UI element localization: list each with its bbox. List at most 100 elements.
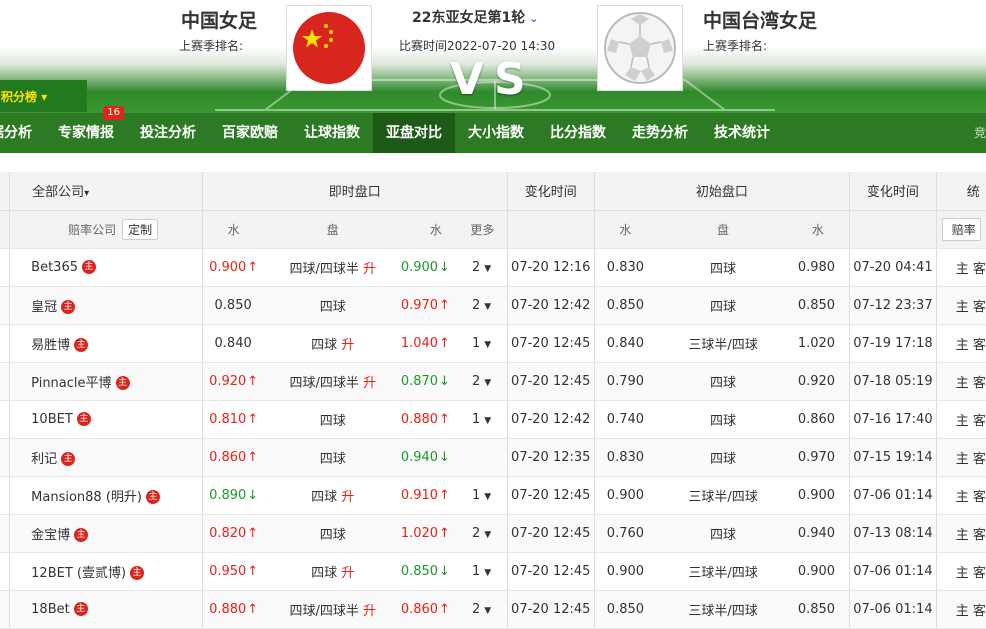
company-cell[interactable]: Bet365 主 [9,248,203,287]
company-cell[interactable]: 利记主 [9,438,203,477]
more-dropdown[interactable]: 1 ▼ [457,400,508,439]
live-handicap-line: 四球/四球半 升 [264,248,401,287]
live-away-water: 0.910↑ [400,476,458,515]
company-cell[interactable]: 12BET (壹贰博) 主 [9,552,203,591]
change-time: 07-20 12:16 [507,248,595,287]
company-name[interactable]: 金宝博 [31,528,70,543]
company-name[interactable]: 18Bet [31,602,70,617]
company-cell[interactable]: 金宝博主 [9,514,203,553]
master-badge-icon: 主 [130,566,145,580]
nav-item-score-index[interactable]: 比分指数 [537,113,619,153]
home-away-stats-link[interactable]: 主 客 [936,552,986,591]
more-dropdown[interactable]: 2 ▼ [457,590,508,629]
initial-away-water: 0.900 [789,476,851,515]
initial-home-water: 0.850 [594,590,657,629]
nav-item-euro-odds[interactable]: 百家欧赔 [209,113,291,153]
home-away-stats-link[interactable]: 主 客 [936,590,986,629]
more-dropdown[interactable]: 2 ▼ [457,514,508,553]
more-dropdown[interactable]: 2 ▼ [457,286,508,325]
table-row[interactable]: Bet365 主 0.900↑ 四球/四球半 升 0.900↓ 2 ▼ 07-20 12:16… [0,248,986,287]
company-name[interactable]: 12BET (壹贰博) [31,566,126,581]
more-dropdown[interactable]: 2 ▼ [457,362,508,401]
notification-badge: 16 [103,106,124,120]
company-name[interactable]: Bet365 [31,260,78,275]
more-subheader: 更多 [457,210,508,249]
table-row[interactable]: 易胜博主 0.840 四球 升 1.040↑ 1 ▼ 07-20 12:45 0.840 三球半… [0,324,986,363]
company-name[interactable]: 10BET [31,412,73,427]
change-time: 07-20 12:45 [507,514,595,553]
master-badge-icon: 主 [76,412,91,426]
league-round[interactable]: 22东亚女足第1轮 ⌄ [412,7,538,27]
live-home-water: 0.920↑ [202,362,265,401]
company-name[interactable]: Mansion88 (明升) [31,490,142,505]
table-row[interactable]: 12BET (壹贰博) 主 0.950↑ 四球 升 0.850↓ 1 ▼ 07-20 12:4… [0,552,986,591]
away-team-logo[interactable] [597,5,683,91]
table-row[interactable]: Mansion88 (明升) 主 0.890↓ 四球 升 0.910↑ 1 ▼ 07-20 1… [0,476,986,515]
table-row[interactable]: 18Bet 主 0.880↑ 四球/四球半 升 0.860↑ 2 ▼ 07-20 12:45 0… [0,590,986,629]
table-row[interactable]: 利记主 0.860↑ 四球 0.940↓ 07-20 12:35 0.830 四球 0.97… [0,438,986,477]
company-cell[interactable]: 18Bet 主 [9,590,203,629]
company-name[interactable]: 皇冠 [31,300,57,315]
company-filter[interactable]: 全部公司▾ [9,172,203,211]
standings-dropdown[interactable]: 积分榜 ▾ [0,80,87,112]
master-badge-icon: 主 [115,376,130,390]
nav-item-tech-stats[interactable]: 技术统计 [701,113,783,153]
company-cell[interactable]: Mansion88 (明升) 主 [9,476,203,515]
table-row[interactable]: Pinnacle平博主 0.920↑ 四球/四球半 升 0.870↓ 2 ▼ 07-20 1… [0,362,986,401]
company-cell[interactable]: 10BET 主 [9,400,203,439]
initial-home-water: 0.740 [594,400,657,439]
change-time: 07-20 12:45 [507,552,595,591]
live-away-water: 0.940↓ [400,438,458,477]
table-row[interactable]: 皇冠主 0.850 四球 0.970↑ 2 ▼ 07-20 12:42 0.850 四球 0.8… [0,286,986,325]
initial-away-water: 0.860 [789,400,851,439]
home-team-logo[interactable] [286,5,372,91]
nav-item-trend-analysis[interactable]: 走势分析 [619,113,701,153]
trend-arrow-icon: ↑ [247,449,259,465]
home-away-stats-link[interactable]: 主 客 [936,248,986,287]
home-away-stats-link[interactable]: 主 客 [936,400,986,439]
more-dropdown[interactable]: 1 ▼ [457,552,508,591]
home-away-stats-link[interactable]: 主 客 [936,438,986,477]
initial-change-time: 07-16 17:40 [849,400,937,439]
company-name[interactable]: 利记 [31,452,57,467]
away-team-name[interactable]: 中国台湾女足 [703,6,817,33]
home-team-name[interactable]: 中国女足 [181,6,257,33]
nav-right-link[interactable]: 竞 [974,113,986,153]
line-up-marker: 升 [362,261,376,277]
nav-item-bet-analysis[interactable]: 投注分析 [127,113,209,153]
company-cell[interactable]: Pinnacle平博主 [9,362,203,401]
table-row[interactable]: 金宝博主 0.820↑ 四球 1.020↑ 2 ▼ 07-20 12:45 0.760 四球 0… [0,514,986,553]
nav-item-data-analysis[interactable]: 据分析 [0,113,45,153]
more-dropdown[interactable]: 2 ▼ [457,248,508,287]
home-away-stats-link[interactable]: 主 客 [936,514,986,553]
trend-arrow-icon: ↓ [439,449,450,465]
trend-arrow-icon: ↑ [439,335,450,351]
custom-button[interactable]: 定制 [122,218,159,240]
initial-change-time: 07-06 01:14 [849,552,937,591]
home-away-stats-link[interactable]: 主 客 [936,362,986,401]
home-away-stats-link[interactable]: 主 客 [936,324,986,363]
nav-item-expert-intel[interactable]: 专家情报 16 [45,106,127,153]
home-away-stats-link[interactable]: 主 客 [936,286,986,325]
nav-item-asian-compare[interactable]: 亚盘对比 [373,113,455,153]
company-name[interactable]: Pinnacle平博 [31,376,111,391]
more-dropdown[interactable]: 1 ▼ [457,476,508,515]
initial-away-water: 0.970 [789,438,851,477]
initial-handicap-line: 三球半/四球 [656,590,790,629]
trend-arrow-icon: ↑ [247,525,259,541]
live-home-water: 0.880↑ [202,590,265,629]
initial-home-water: 0.830 [594,438,657,477]
rate-button[interactable]: 赔率 [941,217,981,241]
home-away-stats-link[interactable]: 主 客 [936,476,986,515]
company-name[interactable]: 易胜博 [31,338,70,353]
more-dropdown[interactable] [457,438,508,477]
more-dropdown[interactable]: 1 ▼ [457,324,508,363]
table-row[interactable]: 10BET 主 0.810↑ 四球 0.880↑ 1 ▼ 07-20 12:42 0.740 四… [0,400,986,439]
caret-down-icon: ▼ [484,567,492,578]
nav-item-handicap-index[interactable]: 让球指数 [291,113,373,153]
odds-table: 全部公司▾ 即时盘口 变化时间 初始盘口 变化时间 统 赔率公司 定制 水 盘 水… [0,172,986,629]
odds-rows: Bet365 主 0.900↑ 四球/四球半 升 0.900↓ 2 ▼ 07-20 12:16… [0,248,986,629]
company-cell[interactable]: 易胜博主 [9,324,203,363]
nav-item-over-under[interactable]: 大小指数 [455,113,537,153]
company-cell[interactable]: 皇冠主 [9,286,203,325]
